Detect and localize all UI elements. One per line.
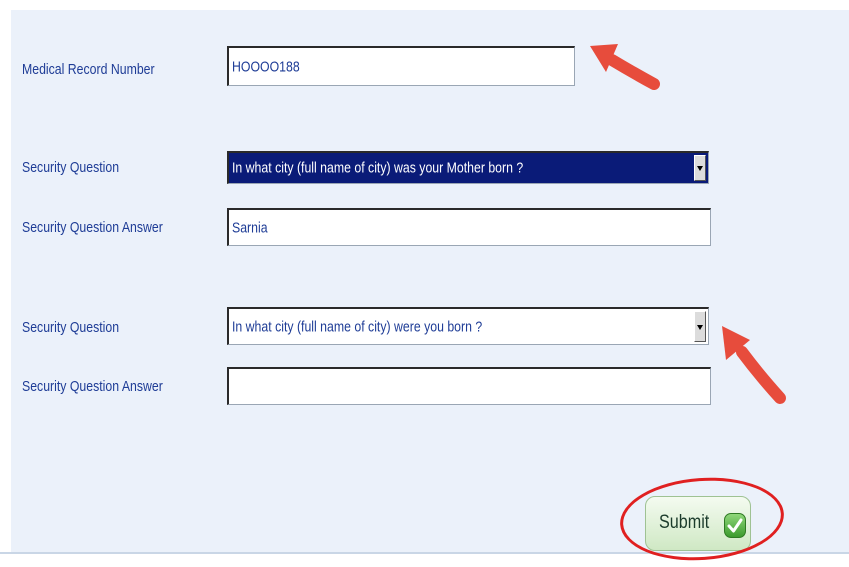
annotation-arrow-icon — [722, 326, 786, 404]
annotation-arrow-icon — [590, 44, 660, 90]
mrn-value: HOOOO188 — [232, 58, 300, 75]
security-question-2-value: In what city (full name of city) were yo… — [232, 318, 483, 335]
security-question-1-select[interactable]: In what city (full name of city) was you… — [227, 151, 709, 184]
security-answer-1-label: Security Question Answer — [22, 219, 163, 236]
security-question-1-value: In what city (full name of city) was you… — [232, 159, 524, 177]
chevron-down-icon[interactable] — [694, 155, 706, 181]
mrn-input[interactable]: HOOOO188 — [227, 46, 575, 86]
security-answer-2-label: Security Question Answer — [22, 378, 163, 395]
security-answer-2-input[interactable] — [227, 367, 711, 405]
security-answer-1-input[interactable]: Sarnia — [227, 208, 711, 246]
security-question-2-label: Security Question — [22, 319, 120, 336]
form-panel — [11, 10, 849, 552]
chevron-down-icon[interactable] — [694, 311, 706, 342]
security-answer-1-value: Sarnia — [232, 219, 268, 236]
security-question-2-select[interactable]: In what city (full name of city) were yo… — [227, 307, 709, 345]
security-question-1-label: Security Question — [22, 159, 120, 176]
mrn-label: Medical Record Number — [22, 61, 155, 78]
